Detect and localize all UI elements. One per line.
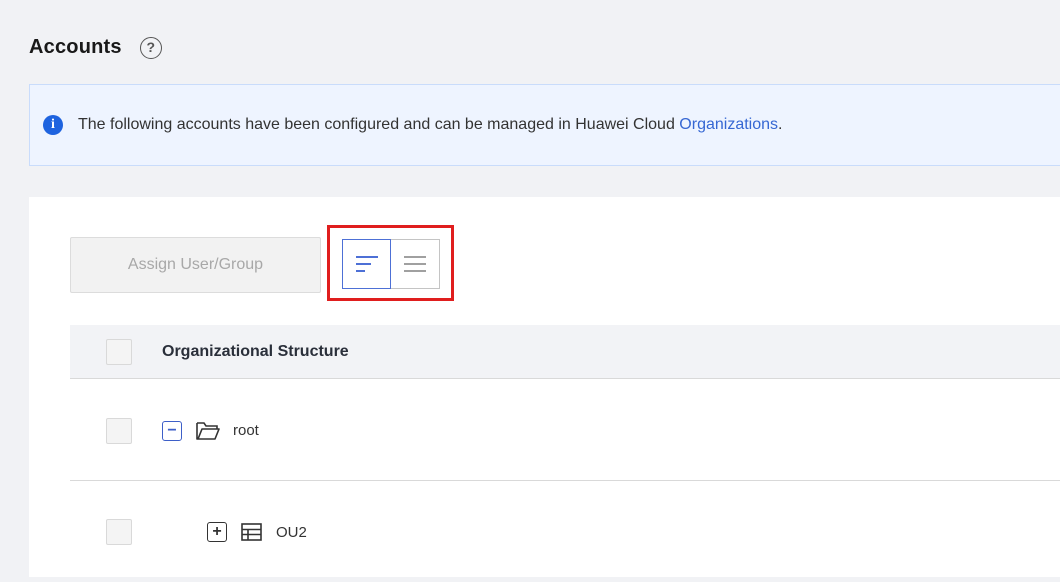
tree-view-icon (355, 256, 378, 272)
table-header: Organizational Structure (70, 325, 1060, 379)
table-row: + OU2 (70, 482, 1060, 582)
info-icon: i (43, 115, 63, 135)
organizations-link[interactable]: Organizations (679, 116, 778, 133)
select-all-checkbox[interactable] (106, 338, 132, 365)
accounts-panel: Assign User/Group Organizational Structu… (29, 197, 1060, 577)
info-banner-suffix: . (778, 116, 783, 133)
table-row: − root (70, 381, 1060, 481)
tree-node-label[interactable]: OU2 (276, 524, 307, 541)
page-header: Accounts ? (29, 36, 162, 59)
view-toggle (342, 239, 440, 289)
collapse-icon[interactable]: − (162, 420, 182, 441)
column-organizational-structure: Organizational Structure (162, 342, 349, 360)
list-view-button[interactable] (391, 239, 440, 289)
info-banner-text: The following accounts have been configu… (78, 116, 782, 134)
tree-node-label[interactable]: root (233, 422, 259, 439)
row-checkbox[interactable] (106, 417, 132, 444)
assign-user-group-button[interactable]: Assign User/Group (70, 237, 321, 293)
expand-icon[interactable]: + (207, 522, 227, 542)
info-banner-message: The following accounts have been configu… (78, 116, 680, 133)
list-view-icon (404, 256, 426, 272)
help-icon[interactable]: ? (139, 36, 162, 59)
page-title: Accounts (29, 36, 122, 58)
info-banner: i The following accounts have been confi… (29, 84, 1060, 166)
folder-icon (195, 420, 221, 442)
row-checkbox[interactable] (106, 519, 132, 545)
ou-table-icon (240, 521, 264, 543)
tree-view-button[interactable] (342, 239, 391, 289)
